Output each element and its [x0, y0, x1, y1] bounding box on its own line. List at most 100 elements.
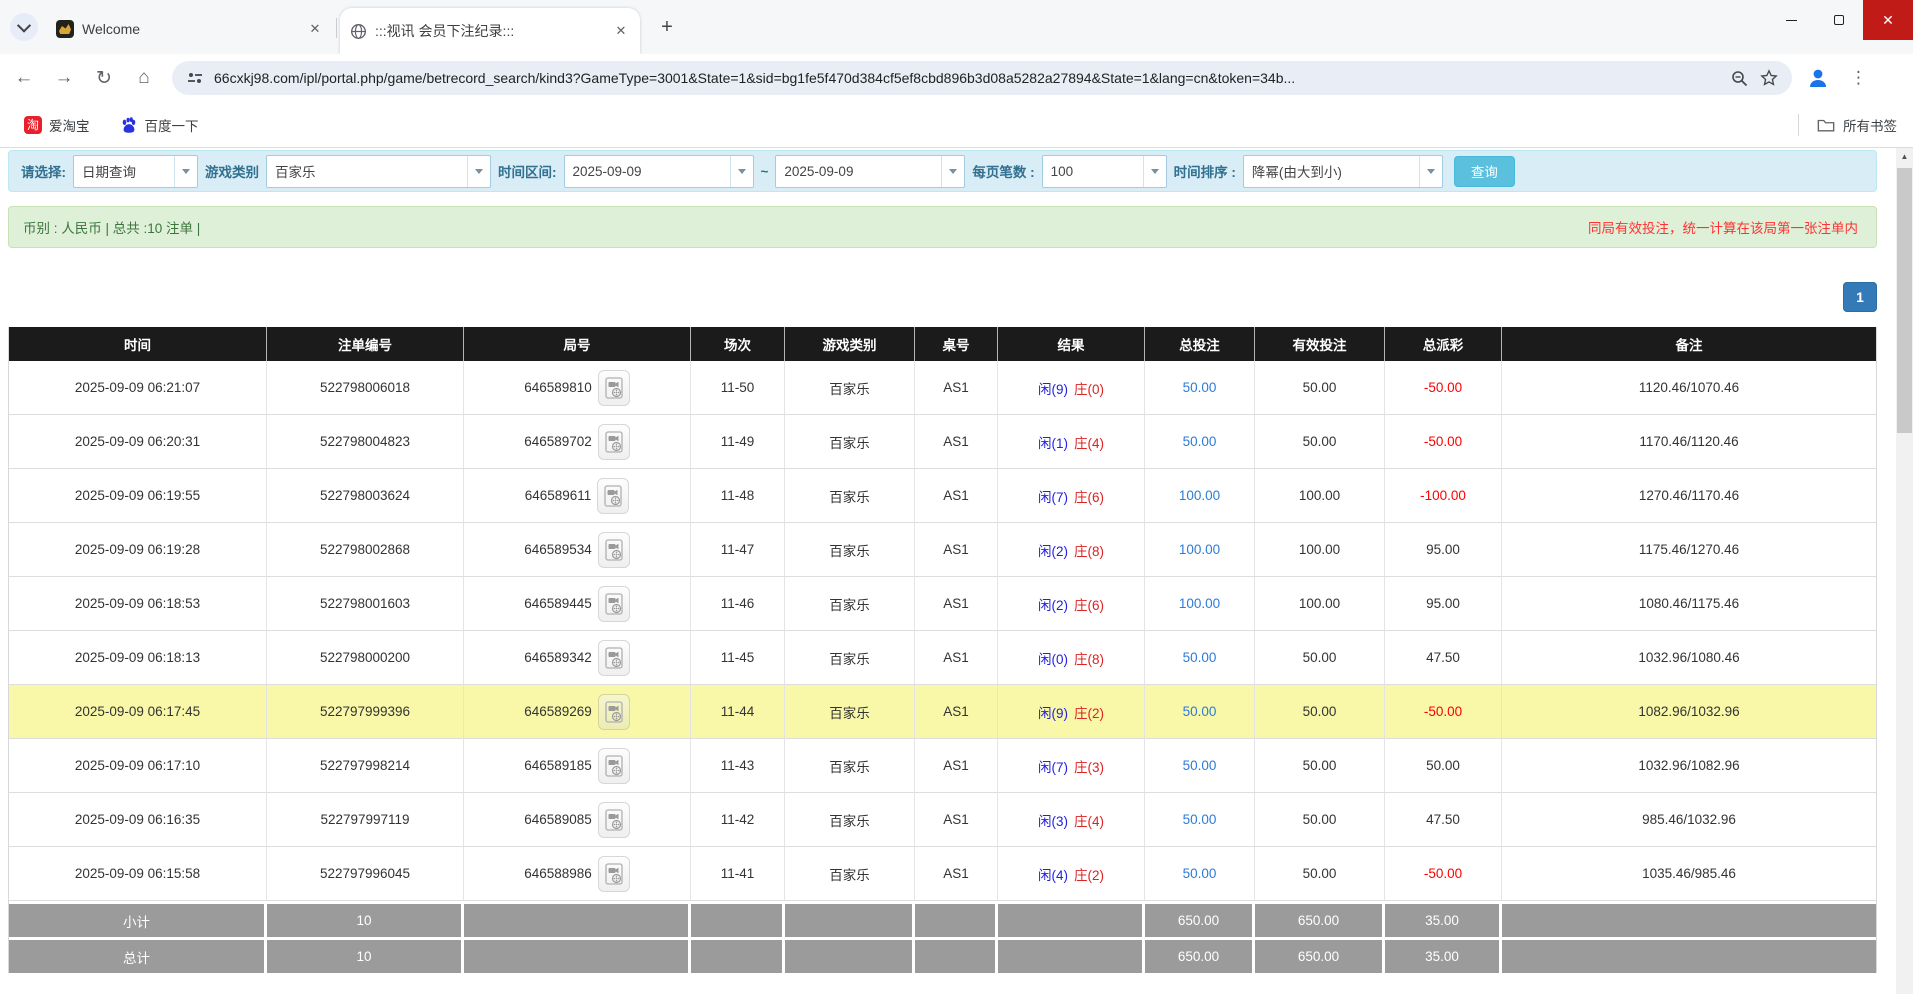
video-replay-button[interactable] — [598, 586, 630, 622]
scroll-up-icon[interactable]: ▲ — [1896, 148, 1913, 165]
round-number: 646589702 — [524, 434, 592, 449]
video-replay-button[interactable] — [598, 802, 630, 838]
video-replay-button[interactable] — [598, 424, 630, 460]
cell-result: 闲(9)庄(2) — [998, 685, 1145, 739]
banker-result: 庄(8) — [1074, 540, 1104, 560]
refresh-button[interactable]: ↻ — [88, 62, 120, 94]
cell-time: 2025-09-09 06:21:07 — [9, 361, 267, 415]
back-button[interactable]: ← — [8, 62, 40, 94]
page-1-button[interactable]: 1 — [1843, 282, 1877, 312]
cell-time: 2025-09-09 06:17:10 — [9, 739, 267, 793]
cell-valid-bet: 100.00 — [1255, 523, 1385, 577]
cell-valid-bet: 50.00 — [1255, 361, 1385, 415]
tab-search-button[interactable] — [10, 13, 38, 41]
tab-welcome[interactable]: Welcome ✕ — [46, 9, 334, 49]
bookmark-baidu[interactable]: 百度一下 — [114, 111, 205, 139]
address-bar[interactable]: 66cxkj98.com/ipl/portal.php/game/betreco… — [172, 61, 1792, 95]
table-row: 2025-09-09 06:21:07522798006018646589810… — [9, 361, 1876, 415]
round-number: 646589611 — [525, 488, 592, 503]
maximize-icon — [1834, 15, 1844, 25]
footer-cell — [464, 901, 691, 937]
page-size-select[interactable]: 100 — [1042, 155, 1167, 188]
cell-valid-bet: 50.00 — [1255, 739, 1385, 793]
new-tab-button[interactable]: + — [654, 14, 680, 40]
table-row: 2025-09-09 06:17:45522797999396646589269… — [9, 685, 1876, 739]
tab-close-icon[interactable]: ✕ — [612, 22, 630, 40]
url-text[interactable]: 66cxkj98.com/ipl/portal.php/game/betreco… — [214, 70, 1719, 86]
cell-game-type: 百家乐 — [785, 847, 915, 901]
total-bet-link[interactable]: 50.00 — [1183, 866, 1217, 881]
player-result: 闲(4) — [1038, 864, 1068, 884]
date-from-select[interactable]: 2025-09-09 — [564, 155, 754, 188]
footer-cell — [691, 937, 785, 973]
video-replay-button[interactable] — [597, 478, 629, 514]
cell-game-type: 百家乐 — [785, 631, 915, 685]
tab-betrecord[interactable]: :::视讯 会员下注纪录::: ✕ — [340, 8, 640, 54]
cell-result: 闲(3)庄(4) — [998, 793, 1145, 847]
cell-game-type: 百家乐 — [785, 469, 915, 523]
cell-time: 2025-09-09 06:18:53 — [9, 577, 267, 631]
total-bet-link[interactable]: 50.00 — [1183, 650, 1217, 665]
date-to-select[interactable]: 2025-09-09 — [775, 155, 965, 188]
cell-time: 2025-09-09 06:20:31 — [9, 415, 267, 469]
cell-total-bet: 50.00 — [1145, 685, 1255, 739]
zoom-icon[interactable] — [1731, 70, 1748, 87]
cell-time: 2025-09-09 06:15:58 — [9, 847, 267, 901]
video-replay-button[interactable] — [598, 532, 630, 568]
video-replay-button[interactable] — [598, 748, 630, 784]
select-caret-icon — [1143, 156, 1166, 187]
scrollbar-thumb[interactable] — [1897, 168, 1912, 433]
video-replay-button[interactable] — [598, 694, 630, 730]
table-row: 2025-09-09 06:18:13522798000200646589342… — [9, 631, 1876, 685]
video-replay-button[interactable] — [598, 370, 630, 406]
footer-cell — [915, 901, 998, 937]
maximize-button[interactable] — [1815, 0, 1863, 40]
query-button[interactable]: 查询 — [1454, 156, 1515, 187]
column-header: 场次 — [691, 327, 785, 361]
column-header: 备注 — [1502, 327, 1876, 361]
tab-close-icon[interactable]: ✕ — [306, 20, 324, 38]
video-replay-button[interactable] — [598, 856, 630, 892]
video-replay-button[interactable] — [598, 640, 630, 676]
cell-bet-id: 522797996045 — [267, 847, 464, 901]
tab-strip: Welcome ✕ :::视讯 会员下注纪录::: ✕ + ✕ — [0, 0, 1913, 54]
forward-button[interactable]: → — [48, 62, 80, 94]
home-button[interactable]: ⌂ — [128, 62, 160, 94]
page-scrollbar[interactable]: ▲ — [1896, 148, 1913, 994]
cell-valid-bet: 50.00 — [1255, 685, 1385, 739]
total-bet-link[interactable]: 50.00 — [1183, 704, 1217, 719]
cell-round: 646588986 — [464, 847, 691, 901]
site-settings-icon[interactable] — [186, 69, 204, 87]
cell-bet-id: 522797997119 — [267, 793, 464, 847]
banker-result: 庄(8) — [1074, 648, 1104, 668]
sort-select[interactable]: 降幂(由大到小) — [1243, 155, 1443, 188]
query-type-select[interactable]: 日期查询 — [73, 155, 198, 188]
round-number: 646589269 — [524, 704, 592, 719]
cell-total-bet: 100.00 — [1145, 577, 1255, 631]
total-bet-link[interactable]: 50.00 — [1183, 434, 1217, 449]
game-type-select[interactable]: 百家乐 — [266, 155, 491, 188]
cell-bet-id: 522798003624 — [267, 469, 464, 523]
round-number: 646589445 — [524, 596, 592, 611]
bookmark-taobao[interactable]: 淘 爱淘宝 — [18, 111, 96, 139]
column-header: 时间 — [9, 327, 267, 361]
cell-bet-id: 522798001603 — [267, 577, 464, 631]
profile-avatar-icon[interactable] — [1806, 66, 1830, 90]
bookmark-star-icon[interactable] — [1760, 69, 1778, 87]
banker-result: 庄(6) — [1074, 486, 1104, 506]
total-bet-link[interactable]: 50.00 — [1183, 758, 1217, 773]
close-button[interactable]: ✕ — [1863, 0, 1913, 40]
minimize-button[interactable] — [1767, 0, 1815, 40]
column-header: 桌号 — [915, 327, 998, 361]
total-bet-link[interactable]: 100.00 — [1179, 596, 1220, 611]
footer-cell — [998, 937, 1145, 973]
browser-menu-icon[interactable]: ⋮ — [1842, 68, 1875, 88]
total-bet-link[interactable]: 50.00 — [1183, 380, 1217, 395]
total-bet-link[interactable]: 100.00 — [1179, 488, 1220, 503]
cell-valid-bet: 50.00 — [1255, 847, 1385, 901]
total-bet-link[interactable]: 100.00 — [1179, 542, 1220, 557]
column-header: 总投注 — [1145, 327, 1255, 361]
footer-cell — [915, 937, 998, 973]
total-bet-link[interactable]: 50.00 — [1183, 812, 1217, 827]
all-bookmarks-button[interactable]: 所有书签 — [1798, 114, 1913, 136]
